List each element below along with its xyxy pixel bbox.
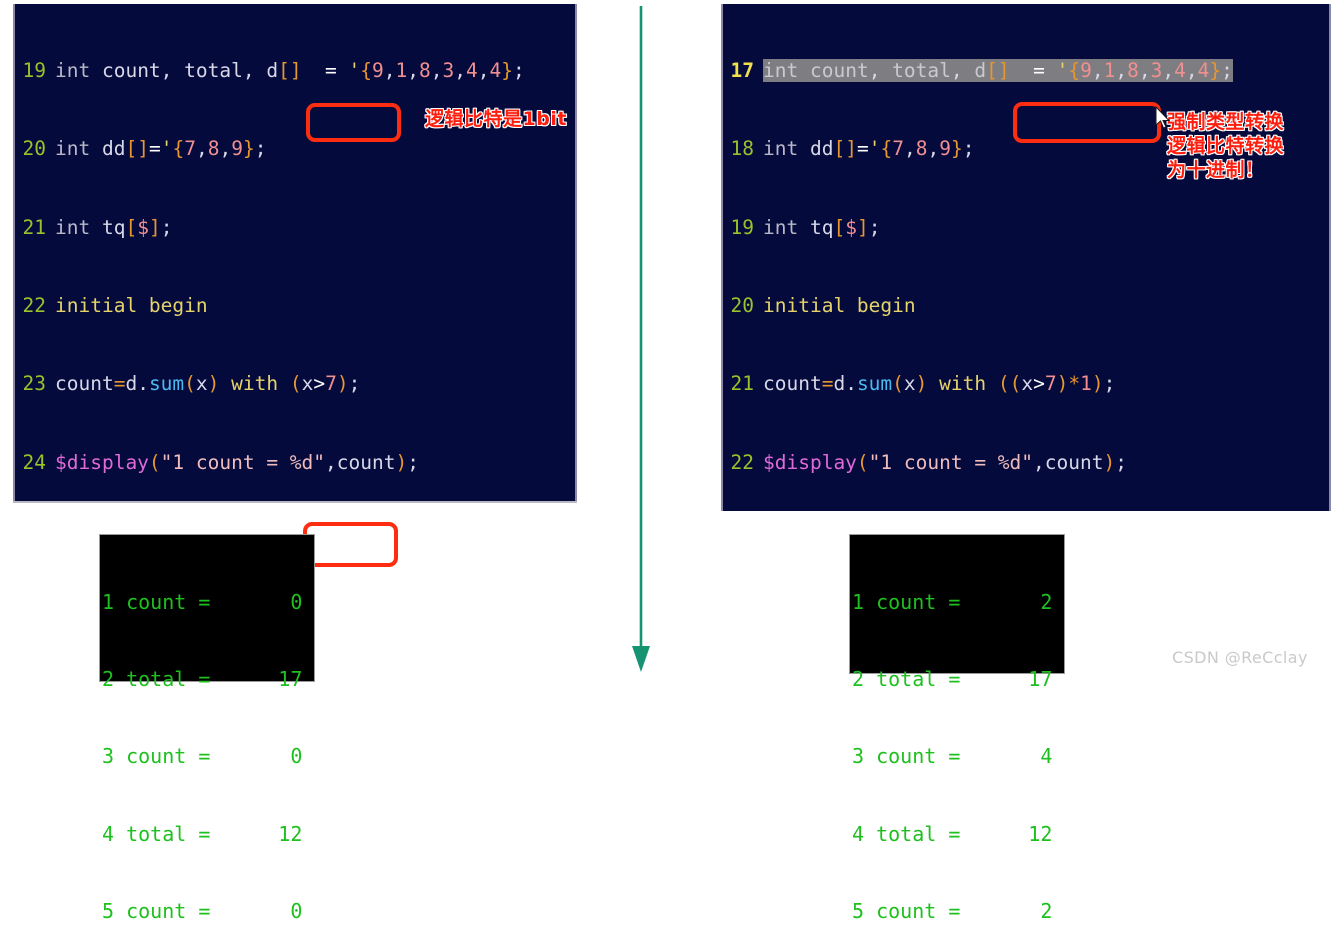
mouse-pointer-icon: [1155, 106, 1171, 129]
output-row: 4 total = 12: [102, 822, 314, 848]
code-text: $display("1 count = %d",count);: [55, 450, 419, 474]
code-text: int count, total, d[] = '{9,1,8,3,4,4};: [763, 59, 1233, 83]
code-line[interactable]: 23 count=d.sum(x) with (x>7);: [15, 371, 575, 397]
code-text: int dd[]='{7,8,9};: [55, 137, 267, 161]
code-text: int count, total, d[] = '{9,1,8,3,4,4};: [55, 59, 525, 83]
output-row: 4 total = 12: [852, 822, 1064, 848]
line-number: 24: [22, 450, 46, 474]
code-line-current[interactable]: 17 int count, total, d[] = '{9,1,8,3,4,4}…: [723, 58, 1329, 84]
output-value: 12: [1028, 821, 1053, 846]
code-text: count=d.sum(x) with (x>7);: [55, 372, 361, 396]
output-label: 4 total =: [852, 821, 961, 846]
pane-bottom-edge: [13, 501, 577, 503]
code-line[interactable]: 21 int tq[$];: [15, 215, 575, 241]
line-number: 22: [730, 450, 754, 474]
output-label: 3 count =: [102, 744, 211, 769]
line-number: 21: [22, 215, 46, 239]
code-text: count=d.sum(x) with ((x>7)*1);: [763, 372, 1116, 396]
output-value: 4: [1040, 744, 1053, 769]
code-text: initial begin: [55, 294, 208, 318]
line-number: 19: [22, 59, 46, 83]
output-label: 5 count =: [102, 899, 211, 924]
code-line[interactable]: 22 $display("1 count = %d",count);: [723, 450, 1329, 476]
annotation-left: 逻辑比特是1bit: [425, 108, 567, 131]
line-number: 23: [22, 372, 46, 396]
code-line[interactable]: 21 count=d.sum(x) with ((x>7)*1);: [723, 371, 1329, 397]
line-number: 18: [730, 137, 754, 161]
output-value: 0: [290, 744, 303, 769]
code-text: int tq[$];: [763, 215, 881, 239]
output-row: 2 total = 17: [102, 667, 314, 693]
code-text: int tq[$];: [55, 215, 173, 239]
code-line[interactable]: 19 int count, total, d[] = '{9,1,8,3,4,4}…: [15, 58, 575, 84]
output-label: 4 total =: [102, 821, 211, 846]
code-text: $display("1 count = %d",count);: [763, 450, 1127, 474]
output-value: 0: [290, 589, 303, 614]
output-row: 3 count = 4: [852, 744, 1064, 770]
output-label: 5 count =: [852, 899, 961, 924]
output-value: 12: [278, 821, 303, 846]
after-simulation-output: 1 count = 2 2 total = 17 3 count = 4 4 tota…: [849, 534, 1065, 923]
line-number: 17: [730, 59, 754, 83]
code-line[interactable]: 20 initial begin: [723, 293, 1329, 319]
output-label: 3 count =: [852, 744, 961, 769]
watermark: CSDN @ReCclay: [1172, 648, 1308, 667]
line-number: 21: [730, 372, 754, 396]
output-label: 2 total =: [102, 666, 211, 691]
output-value: 0: [290, 899, 303, 924]
output-value: 17: [278, 666, 303, 691]
output-row: 5 count = 0: [102, 899, 314, 925]
code-line[interactable]: 22 initial begin: [15, 293, 575, 319]
output-value: 2: [1040, 899, 1053, 924]
before-simulation-output: 1 count = 0 2 total = 17 3 count = 0 4 tota…: [99, 534, 315, 923]
output-row: 3 count = 0: [102, 744, 314, 770]
output-label: 2 total =: [852, 666, 961, 691]
after-code-editor[interactable]: 17 int count, total, d[] = '{9,1,8,3,4,4}…: [721, 4, 1331, 511]
output-label: 1 count =: [852, 589, 961, 614]
code-line[interactable]: 19 int tq[$];: [723, 215, 1329, 241]
annotation-right: 强制类型转换 逻辑比特转换 为十进制！: [1167, 111, 1285, 182]
output-row: 2 total = 17: [852, 667, 1064, 693]
line-number: 22: [22, 294, 46, 318]
flow-arrow-icon: [632, 6, 650, 672]
before-code-editor[interactable]: 19 int count, total, d[] = '{9,1,8,3,4,4}…: [13, 4, 577, 501]
output-value: 2: [1040, 589, 1053, 614]
code-text: initial begin: [763, 294, 916, 318]
output-row: 5 count = 2: [852, 899, 1064, 925]
code-line[interactable]: 20 int dd[]='{7,8,9};: [15, 136, 575, 162]
line-number: 20: [22, 137, 46, 161]
highlight-box-left-output-value: [303, 522, 398, 567]
line-number: 19: [730, 215, 754, 239]
output-row: 1 count = 2: [852, 590, 1064, 616]
output-row: 1 count = 0: [102, 590, 314, 616]
output-label: 1 count =: [102, 589, 211, 614]
line-number: 20: [730, 294, 754, 318]
output-value: 17: [1028, 666, 1053, 691]
code-line[interactable]: 24 $display("1 count = %d",count);: [15, 450, 575, 476]
code-text: int dd[]='{7,8,9};: [763, 137, 975, 161]
